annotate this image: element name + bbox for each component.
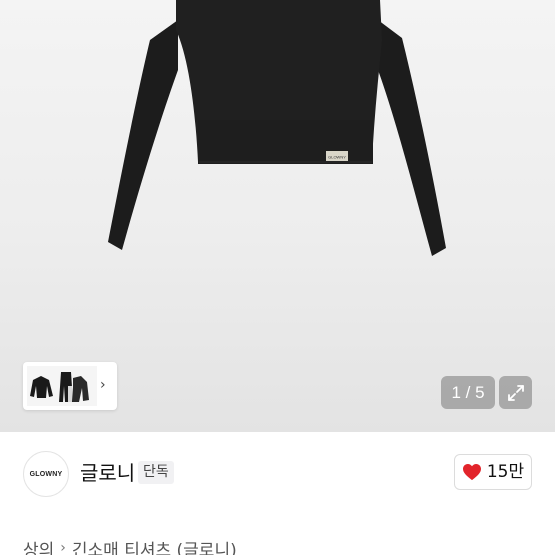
thumbnail-image[interactable]	[27, 366, 97, 406]
chevron-right-icon[interactable]: ›	[100, 376, 110, 394]
like-count: 15만	[486, 462, 525, 482]
breadcrumb-item-subcategory[interactable]: 긴소매 티셔츠 (글로니)	[72, 536, 237, 555]
product-label: GLOWNY	[328, 155, 346, 160]
exclusive-badge: 단독	[138, 461, 174, 484]
expand-button[interactable]	[499, 376, 532, 409]
brand-name[interactable]: 글로니	[80, 460, 135, 486]
chevron-right-icon: ›	[60, 540, 66, 555]
product-image-gallery[interactable]: GLOWNY › 1 / 5	[0, 0, 555, 432]
brand-logo-text: GLOWNY	[29, 470, 63, 478]
image-page-counter: 1 / 5	[441, 376, 495, 409]
brand-logo[interactable]: GLOWNY	[23, 451, 69, 497]
brand-row: GLOWNY 글로니 단독 15만	[0, 432, 555, 514]
heart-icon	[462, 463, 481, 481]
breadcrumb-item-category[interactable]: 상의	[23, 536, 54, 555]
like-button[interactable]: 15만	[454, 454, 532, 490]
thumbnail-strip[interactable]: ›	[23, 362, 117, 410]
breadcrumb: 상의 › 긴소매 티셔츠 (글로니)	[23, 537, 237, 555]
expand-icon	[507, 384, 524, 401]
